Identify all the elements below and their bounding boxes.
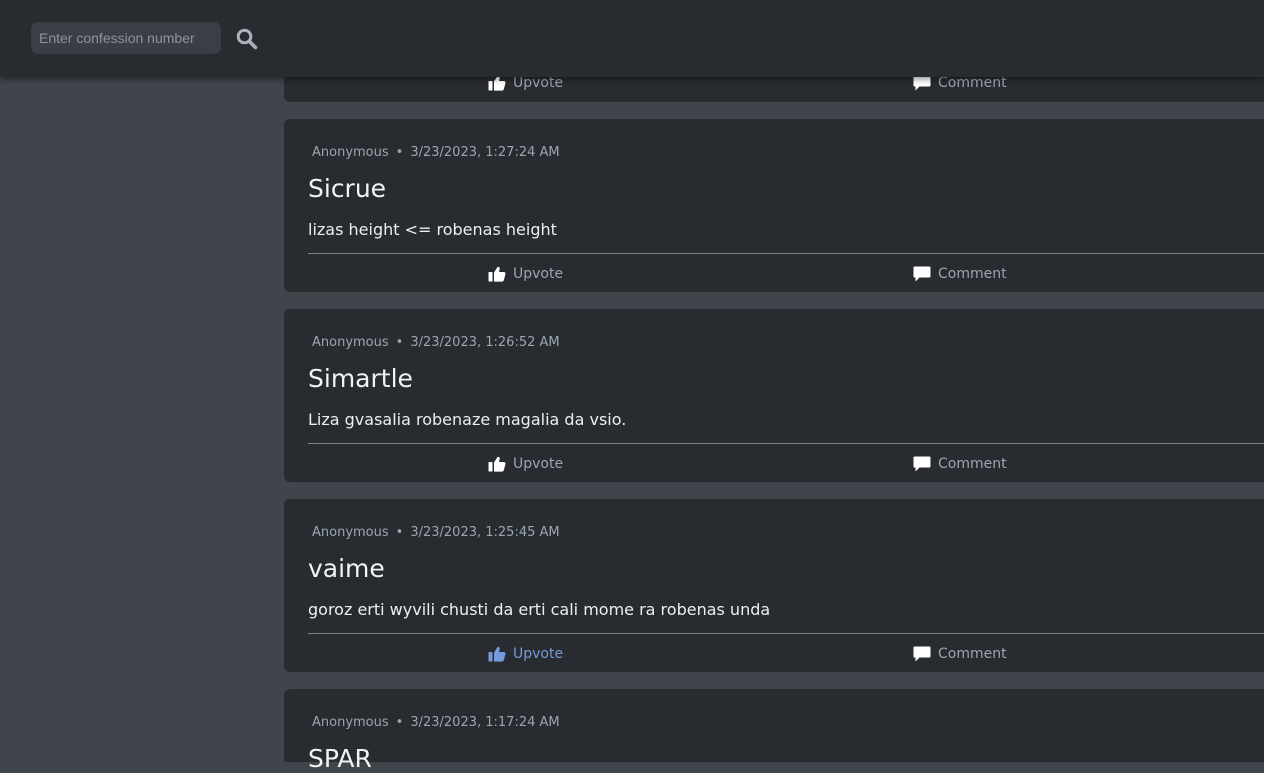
post-author: Anonymous bbox=[312, 335, 389, 350]
post-meta: Anonymous • 3/23/2023, 1:26:52 AM bbox=[312, 335, 560, 350]
divider bbox=[308, 443, 1264, 444]
comment-icon bbox=[913, 266, 931, 282]
comment-label: Comment bbox=[938, 266, 1007, 282]
post-title: Sicrue bbox=[308, 174, 387, 203]
post-title: Simartle bbox=[308, 364, 413, 393]
upvote-label: Upvote bbox=[513, 75, 564, 91]
thumbs-up-icon bbox=[488, 456, 506, 472]
thumbs-up-icon bbox=[488, 646, 506, 662]
confession-card: Anonymous • 3/23/2023, 1:26:52 AM Simartle… bbox=[284, 309, 1264, 482]
post-title: vaime bbox=[308, 554, 385, 583]
comment-button[interactable]: Comment bbox=[913, 266, 1007, 282]
thumbs-up-icon bbox=[488, 75, 506, 91]
post-meta: Anonymous • 3/23/2023, 1:25:45 AM bbox=[312, 525, 560, 540]
comment-label: Comment bbox=[938, 646, 1007, 662]
comment-button[interactable]: Comment bbox=[913, 75, 1007, 91]
post-title: SPAR bbox=[308, 744, 372, 773]
comment-button[interactable]: Comment bbox=[913, 456, 1007, 472]
comment-icon bbox=[913, 456, 931, 472]
search-icon[interactable] bbox=[235, 27, 259, 51]
post-timestamp: 3/23/2023, 1:17:24 AM bbox=[410, 715, 560, 730]
post-author: Anonymous bbox=[312, 525, 389, 540]
confession-card: Anonymous • 3/23/2023, 1:17:24 AM SPAR bbox=[284, 689, 1264, 773]
comment-label: Comment bbox=[938, 75, 1007, 91]
upvote-label: Upvote bbox=[513, 646, 564, 662]
post-timestamp: 3/23/2023, 1:27:24 AM bbox=[410, 145, 560, 160]
post-author: Anonymous bbox=[312, 715, 389, 730]
upvote-button[interactable]: Upvote bbox=[488, 266, 563, 282]
upvote-button[interactable]: Upvote bbox=[488, 646, 563, 662]
divider bbox=[308, 253, 1264, 254]
post-timestamp: 3/23/2023, 1:26:52 AM bbox=[410, 335, 560, 350]
divider bbox=[308, 633, 1264, 634]
post-meta: Anonymous • 3/23/2023, 1:27:24 AM bbox=[312, 145, 560, 160]
post-timestamp: 3/23/2023, 1:25:45 AM bbox=[410, 525, 560, 540]
post-body: Liza gvasalia robenaze magalia da vsio. bbox=[308, 410, 627, 429]
upvote-label: Upvote bbox=[513, 456, 564, 472]
post-meta: Anonymous • 3/23/2023, 1:17:24 AM bbox=[312, 715, 560, 730]
post-body: lizas height <= robenas height bbox=[308, 220, 557, 239]
upvote-button[interactable]: Upvote bbox=[488, 456, 563, 472]
comment-label: Comment bbox=[938, 456, 1007, 472]
post-body: goroz erti wyvili chusti da erti cali mo… bbox=[308, 600, 771, 619]
thumbs-up-icon bbox=[488, 266, 506, 282]
comment-icon bbox=[913, 75, 931, 91]
upvote-label: Upvote bbox=[513, 266, 564, 282]
post-author: Anonymous bbox=[312, 145, 389, 160]
comment-button[interactable]: Comment bbox=[913, 646, 1007, 662]
confession-card: Anonymous • 3/23/2023, 1:27:24 AM Sicrue l… bbox=[284, 119, 1264, 292]
comment-icon bbox=[913, 646, 931, 662]
confession-number-input[interactable] bbox=[31, 22, 221, 54]
upvote-button[interactable]: Upvote bbox=[488, 75, 563, 91]
top-bar bbox=[0, 0, 1264, 77]
confession-card: Anonymous • 3/23/2023, 1:25:45 AM vaime go… bbox=[284, 499, 1264, 672]
